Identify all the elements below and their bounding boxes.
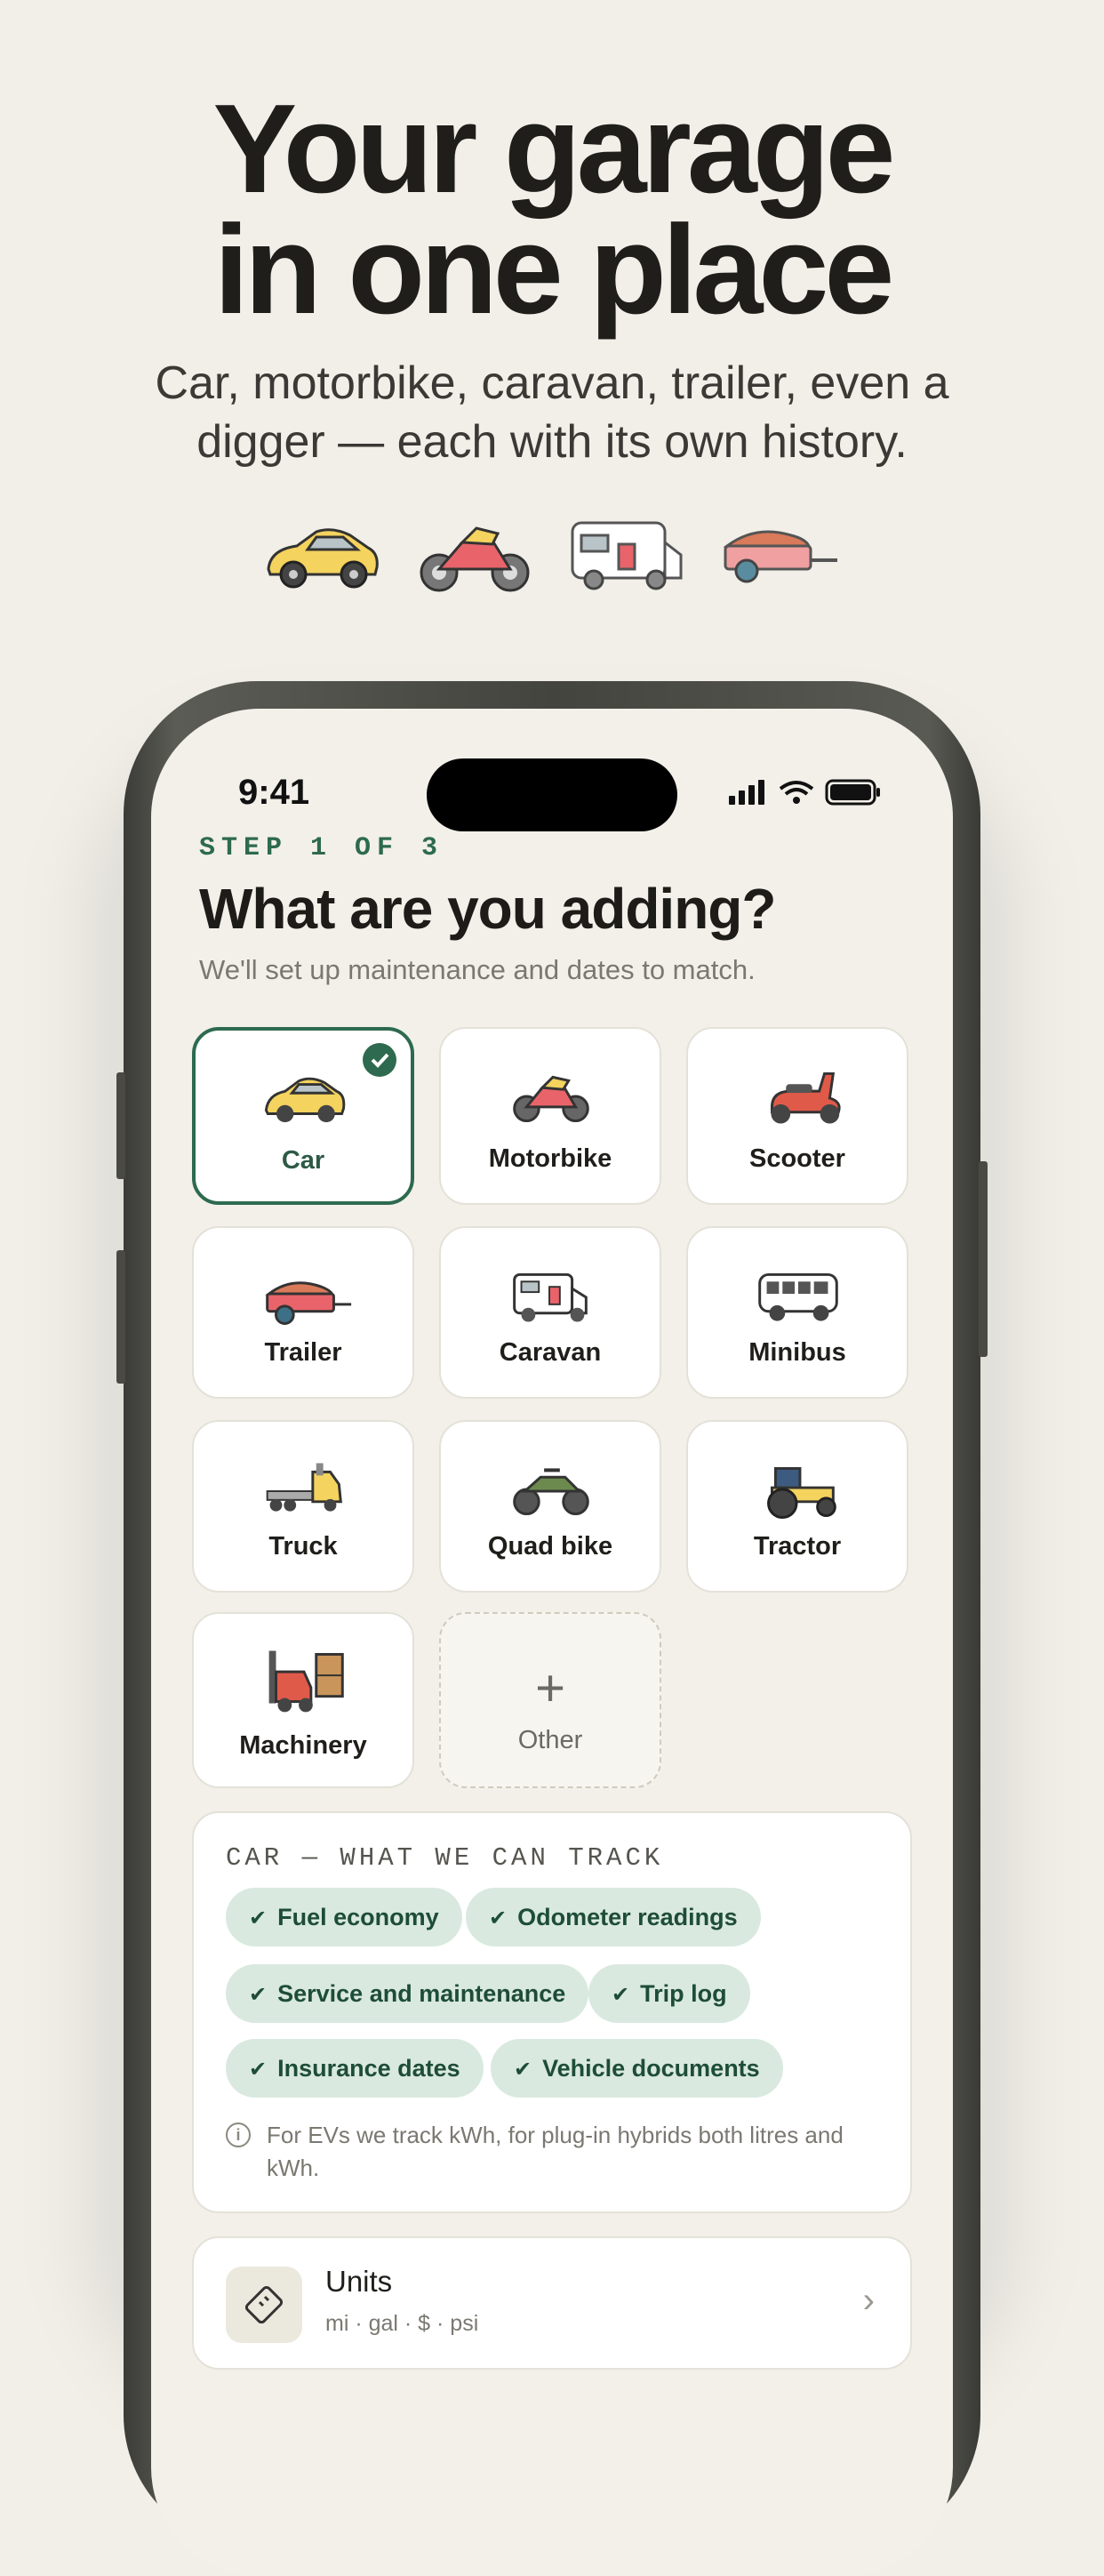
signal-icon xyxy=(729,780,764,805)
vehicle-tile-caravan[interactable]: Caravan xyxy=(439,1226,661,1399)
vehicle-tile-other[interactable]: + Other xyxy=(439,1612,661,1788)
feature-chip: ✔ Vehicle documents xyxy=(491,2039,783,2098)
trailer-icon xyxy=(265,1281,352,1325)
vehicle-tile-label: Truck xyxy=(268,1532,338,1561)
vehicle-tile-machinery[interactable]: Machinery xyxy=(192,1612,414,1788)
hero-subtitle-line-1: Car, motorbike, caravan, trailer, even a xyxy=(155,357,949,409)
hero-subtitle-line-2: digger — each with its own history. xyxy=(196,416,908,468)
motorbike-icon xyxy=(420,526,530,592)
phone-screen: 9:41 STEP 1 OF 3 What are you adding? We xyxy=(151,709,953,2576)
check-icon: ✔ xyxy=(249,2058,268,2082)
units-subtitle: mi · gal · $ · psi xyxy=(325,2311,479,2336)
vehicle-tile-label: Caravan xyxy=(499,1338,602,1367)
vehicle-tile-label: Minibus xyxy=(748,1338,846,1367)
check-icon: ✔ xyxy=(249,1983,268,2007)
tracking-note: For EVs we track kWh, for plug-in hybrid… xyxy=(267,2122,844,2181)
tractor-icon xyxy=(767,1466,836,1519)
plus-icon: + xyxy=(535,1659,565,1717)
status-time: 9:41 xyxy=(238,773,310,812)
feature-chip: ✔ Fuel economy xyxy=(226,1888,462,1946)
vehicle-tile-label: Scooter xyxy=(749,1144,845,1173)
check-icon: ✔ xyxy=(514,2058,532,2082)
feature-chip: ✔ Service and maintenance xyxy=(226,1964,589,2023)
tracking-heading: CAR — WHAT WE CAN TRACK xyxy=(226,1843,664,1873)
units-title: Units xyxy=(325,2265,393,2298)
vehicle-tile-car[interactable]: Car xyxy=(192,1027,414,1205)
feature-chip: ✔ Odometer readings xyxy=(466,1888,761,1946)
vehicle-tile-scooter[interactable]: Scooter xyxy=(686,1027,908,1205)
vehicle-tile-label: Trailer xyxy=(264,1338,342,1367)
chevron-right-icon: › xyxy=(862,2281,875,2320)
phone-side-button xyxy=(979,1161,988,1357)
vehicle-tile-label: Tractor xyxy=(753,1532,842,1561)
scooter-icon xyxy=(770,1071,841,1124)
vehicle-tile-label: Motorbike xyxy=(488,1144,612,1173)
phone-side-button xyxy=(116,1072,125,1179)
vehicle-tile-quad-bike[interactable]: Quad bike xyxy=(439,1420,661,1593)
quad-bike-icon xyxy=(513,1468,589,1516)
forklift-icon xyxy=(268,1650,344,1713)
dynamic-island xyxy=(427,758,677,831)
units-row[interactable]: Units mi · gal · $ · psi › xyxy=(192,2236,912,2370)
phone-frame: 9:41 STEP 1 OF 3 What are you adding? We xyxy=(116,681,988,2576)
check-icon: ✔ xyxy=(612,1983,630,2007)
hero-subtitle: Car, motorbike, caravan, trailer, even a… xyxy=(0,354,1104,471)
vehicle-tile-label: Quad bike xyxy=(487,1532,613,1561)
caravan-icon xyxy=(571,521,683,590)
vehicle-tile-label: Machinery xyxy=(239,1731,367,1760)
page-subtitle: We'll set up maintenance and dates to ma… xyxy=(199,954,756,985)
vehicle-tile-trailer[interactable]: Trailer xyxy=(192,1226,414,1399)
vehicle-tile-truck[interactable]: Truck xyxy=(192,1420,414,1593)
check-icon: ✔ xyxy=(489,1906,508,1930)
hero-title-line-1: Your garage xyxy=(212,78,895,220)
minibus-icon xyxy=(758,1272,838,1321)
hero-illustrations xyxy=(0,516,1104,605)
wifi-icon xyxy=(779,781,814,804)
motorbike-icon xyxy=(513,1075,589,1123)
step-indicator: STEP 1 OF 3 xyxy=(199,833,444,863)
hero-title: Your garage in one place xyxy=(0,78,1104,341)
hero-title-line-2: in one place xyxy=(213,199,895,341)
tracking-card: CAR — WHAT WE CAN TRACK ✔ Fuel economy ✔ O… xyxy=(192,1811,912,2213)
vehicle-tile-tractor[interactable]: Tractor xyxy=(686,1420,908,1593)
vehicle-tile-label: Car xyxy=(281,1146,325,1175)
battery-icon xyxy=(825,779,880,806)
ruler-icon xyxy=(226,2267,302,2343)
feature-chip: ✔ Trip log xyxy=(588,1964,750,2023)
selected-check-icon xyxy=(363,1043,396,1077)
status-icons xyxy=(729,779,880,806)
car-icon xyxy=(267,528,379,589)
vehicle-tile-motorbike[interactable]: Motorbike xyxy=(439,1027,661,1205)
info-icon: i xyxy=(226,2123,251,2147)
feature-chip: ✔ Insurance dates xyxy=(226,2039,484,2098)
truck-icon xyxy=(266,1463,342,1512)
check-icon: ✔ xyxy=(249,1906,268,1930)
vehicle-tile-minibus[interactable]: Minibus xyxy=(686,1226,908,1399)
page-title: What are you adding? xyxy=(199,877,776,941)
phone-side-button xyxy=(116,1250,125,1384)
vehicle-tile-label: Other xyxy=(517,1726,583,1754)
caravan-icon xyxy=(513,1272,588,1322)
trailer-icon xyxy=(723,530,837,583)
